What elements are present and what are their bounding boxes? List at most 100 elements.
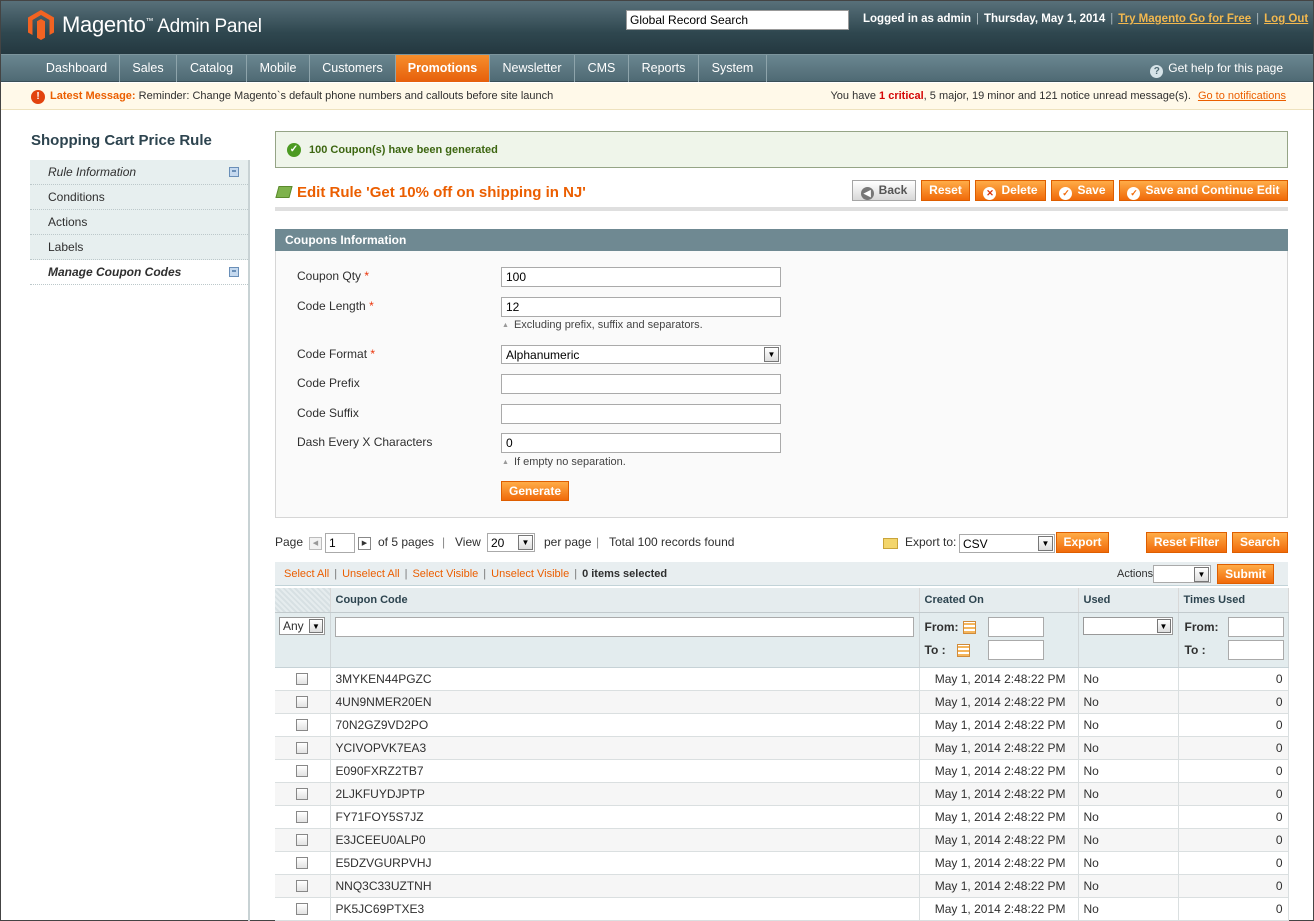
table-row[interactable]: E3JCEEU0ALP0 May 1, 2014 2:48:22 PM No 0 bbox=[275, 828, 1289, 852]
filter-times-to-input[interactable] bbox=[1227, 639, 1284, 660]
row-checkbox[interactable] bbox=[296, 673, 309, 686]
times-used-cell: 0 bbox=[1178, 736, 1289, 760]
table-row[interactable]: 3MYKEN44PGZC May 1, 2014 2:48:22 PM No 0 bbox=[275, 667, 1289, 691]
code-length-input[interactable] bbox=[501, 297, 781, 317]
header: Magento™Admin Panel Logged in as admin|T… bbox=[1, 1, 1313, 54]
filter-checkbox-cell: Any ▼ bbox=[275, 612, 331, 668]
table-row[interactable]: E090FXRZ2TB7 May 1, 2014 2:48:22 PM No 0 bbox=[275, 759, 1289, 783]
used-cell: No bbox=[1078, 828, 1179, 852]
export-format-select[interactable]: CSV ▼ bbox=[959, 534, 1055, 553]
generate-button[interactable]: Generate bbox=[501, 481, 569, 501]
save-button[interactable]: ✓ Save bbox=[1051, 180, 1114, 201]
table-row[interactable]: YCIVOPVK7EA3 May 1, 2014 2:48:22 PM No 0 bbox=[275, 736, 1289, 760]
row-checkbox[interactable] bbox=[296, 857, 309, 870]
coupon-code-cell: 3MYKEN44PGZC bbox=[330, 667, 920, 691]
actions-select[interactable]: ▼ bbox=[1153, 565, 1211, 583]
row-checkbox[interactable] bbox=[296, 834, 309, 847]
coupon-code-cell: 70N2GZ9VD2PO bbox=[330, 713, 920, 737]
global-search-input[interactable] bbox=[626, 10, 849, 30]
table-row[interactable]: NNQ3C33UZTNH May 1, 2014 2:48:22 PM No 0 bbox=[275, 874, 1289, 898]
row-checkbox[interactable] bbox=[296, 788, 309, 801]
help-link[interactable]: ? Get help for this page bbox=[1150, 61, 1283, 78]
row-checkbox[interactable] bbox=[296, 903, 309, 916]
calendar-icon[interactable] bbox=[956, 643, 970, 657]
filter-any-select[interactable]: Any ▼ bbox=[279, 616, 325, 635]
tab-manage-coupon-codes[interactable]: Manage Coupon Codes bbox=[30, 260, 248, 285]
row-checkbox[interactable] bbox=[296, 880, 309, 893]
col-created-on[interactable]: Created On bbox=[919, 588, 1079, 613]
code-format-select[interactable]: Alphanumeric ▼ bbox=[501, 345, 781, 364]
tab-label: Labels bbox=[48, 240, 84, 254]
logout-link[interactable]: Log Out bbox=[1264, 13, 1308, 25]
unselect-visible-link[interactable]: Unselect Visible bbox=[491, 568, 569, 580]
unselect-all-link[interactable]: Unselect All bbox=[342, 568, 399, 580]
filter-times-from-input[interactable] bbox=[1227, 616, 1284, 637]
page-input[interactable] bbox=[325, 533, 355, 553]
filter-coupon-code-input[interactable] bbox=[334, 616, 914, 637]
nav-sales[interactable]: Sales bbox=[120, 55, 177, 82]
back-button[interactable]: ◀ Back bbox=[852, 180, 916, 201]
prev-page-icon[interactable]: ◀ bbox=[309, 537, 322, 550]
nav-catalog[interactable]: Catalog bbox=[177, 55, 247, 82]
go-to-notifications-link[interactable]: Go to notifications bbox=[1198, 90, 1286, 102]
logo-subtitle: Admin Panel bbox=[157, 16, 262, 37]
row-checkbox[interactable] bbox=[296, 742, 309, 755]
code-length-label: Code Length * bbox=[297, 299, 374, 313]
table-row[interactable]: E5DZVGURPVHJ May 1, 2014 2:48:22 PM No 0 bbox=[275, 851, 1289, 875]
reset-filter-button[interactable]: Reset Filter bbox=[1146, 532, 1227, 553]
tab-rule-information[interactable]: Rule Information bbox=[30, 160, 248, 185]
coupon-code-cell: FY71FOY5S7JZ bbox=[330, 805, 920, 829]
used-cell: No bbox=[1078, 759, 1179, 783]
export-button[interactable]: Export bbox=[1056, 532, 1109, 553]
tab-labels[interactable]: Labels bbox=[30, 235, 248, 260]
filter-used-select[interactable]: ▼ bbox=[1082, 616, 1173, 635]
table-row[interactable]: PK5JC69PTXE3 May 1, 2014 2:48:22 PM No 0 bbox=[275, 897, 1289, 921]
table-row[interactable]: 2LJKFUYDJPTP May 1, 2014 2:48:22 PM No 0 bbox=[275, 782, 1289, 806]
coupon-qty-input[interactable] bbox=[501, 267, 781, 287]
tab-actions[interactable]: Actions bbox=[30, 210, 248, 235]
select-visible-link[interactable]: Select Visible bbox=[412, 568, 478, 580]
col-times-used[interactable]: Times Used bbox=[1178, 588, 1289, 613]
table-row[interactable]: 70N2GZ9VD2PO May 1, 2014 2:48:22 PM No 0 bbox=[275, 713, 1289, 737]
nav-customers[interactable]: Customers bbox=[310, 55, 396, 82]
delete-button[interactable]: ✕ Delete bbox=[975, 180, 1046, 201]
nav-reports[interactable]: Reports bbox=[629, 55, 699, 82]
nav-cms[interactable]: CMS bbox=[575, 55, 629, 82]
reset-button[interactable]: Reset bbox=[921, 180, 970, 201]
view-select[interactable]: 20 ▼ bbox=[487, 533, 535, 552]
created-on-cell: May 1, 2014 2:48:22 PM bbox=[919, 713, 1079, 737]
nav-system[interactable]: System bbox=[699, 55, 767, 82]
latest-message-text: Reminder: Change Magento`s default phone… bbox=[138, 90, 554, 102]
code-prefix-input[interactable] bbox=[501, 374, 781, 394]
row-checkbox[interactable] bbox=[296, 696, 309, 709]
nav-promotions[interactable]: Promotions bbox=[396, 55, 490, 82]
code-format-label: Code Format * bbox=[297, 347, 376, 361]
nav-dashboard[interactable]: Dashboard bbox=[34, 55, 120, 82]
col-used[interactable]: Used bbox=[1078, 588, 1179, 613]
of-pages-text: of 5 pages bbox=[378, 535, 435, 549]
tab-conditions[interactable]: Conditions bbox=[30, 185, 248, 210]
row-checkbox[interactable] bbox=[296, 765, 309, 778]
table-row[interactable]: 4UN9NMER20EN May 1, 2014 2:48:22 PM No 0 bbox=[275, 690, 1289, 714]
dash-every-input[interactable] bbox=[501, 433, 781, 453]
table-row[interactable]: FY71FOY5S7JZ May 1, 2014 2:48:22 PM No 0 bbox=[275, 805, 1289, 829]
save-continue-button[interactable]: ✓ Save and Continue Edit bbox=[1119, 180, 1288, 201]
help-icon: ? bbox=[1150, 65, 1164, 78]
select-all-link[interactable]: Select All bbox=[284, 568, 329, 580]
code-suffix-input[interactable] bbox=[501, 404, 781, 424]
export-format-value: CSV bbox=[963, 537, 988, 551]
nav-mobile[interactable]: Mobile bbox=[247, 55, 310, 82]
row-checkbox[interactable] bbox=[296, 719, 309, 732]
magento-logo[interactable]: Magento™ Admin Panel bbox=[28, 10, 262, 40]
filter-created-to-input[interactable] bbox=[987, 639, 1044, 660]
row-checkbox[interactable] bbox=[296, 811, 309, 824]
nav-newsletter[interactable]: Newsletter bbox=[490, 55, 575, 82]
try-magento-go-link[interactable]: Try Magento Go for Free bbox=[1118, 13, 1251, 25]
next-page-icon[interactable]: ▶ bbox=[358, 537, 371, 550]
times-used-cell: 0 bbox=[1178, 690, 1289, 714]
calendar-icon[interactable] bbox=[962, 620, 976, 634]
col-coupon-code[interactable]: Coupon Code bbox=[330, 588, 920, 613]
submit-button[interactable]: Submit bbox=[1217, 564, 1274, 584]
search-button[interactable]: Search bbox=[1232, 532, 1288, 553]
filter-created-from-input[interactable] bbox=[987, 616, 1044, 637]
